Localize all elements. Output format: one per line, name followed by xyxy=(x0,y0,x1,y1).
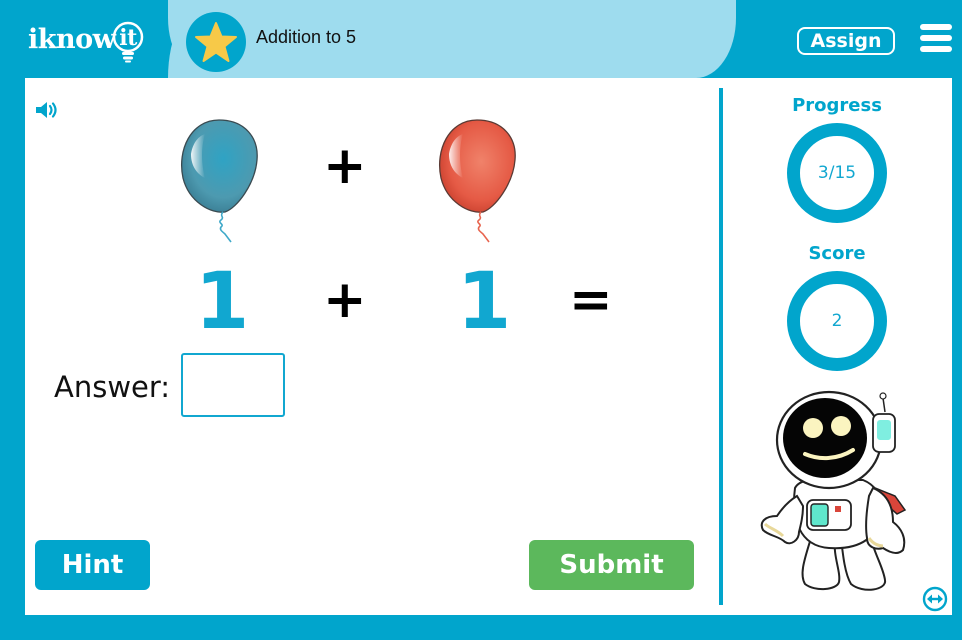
svg-text:it: it xyxy=(120,25,139,51)
iknowit-logo[interactable]: iknowit iknow it xyxy=(28,14,145,64)
equation-right-operand: 1 xyxy=(457,257,512,347)
score-title: Score xyxy=(808,243,866,264)
progress-title: Progress xyxy=(792,95,882,116)
swap-arrows-icon[interactable] xyxy=(922,586,948,612)
equation-plus-sign: + xyxy=(323,270,367,330)
visual-plus-sign: + xyxy=(323,136,367,196)
score-ring: 2 xyxy=(787,271,887,371)
progress-ring: 3/15 xyxy=(787,123,887,223)
submit-button[interactable]: Submit xyxy=(529,540,694,590)
hint-button[interactable]: Hint xyxy=(35,540,150,590)
lesson-content: + 1 + 1 = Answer: Hint Submit Progress 3… xyxy=(25,78,952,615)
equation-equals-sign: = xyxy=(569,270,613,330)
lightbulb-icon: it xyxy=(111,21,145,63)
lesson-badge xyxy=(186,12,246,72)
star-icon xyxy=(195,22,237,62)
progress-value: 3/15 xyxy=(817,163,857,183)
blue-balloon-image xyxy=(181,119,258,243)
frame-edge xyxy=(962,0,980,640)
lesson-header xyxy=(168,0,736,78)
panel-divider xyxy=(719,88,723,605)
equation-left-operand: 1 xyxy=(195,257,250,347)
red-balloon-image xyxy=(439,119,516,243)
logo-wordmark: ikno xyxy=(28,23,93,55)
answer-input[interactable] xyxy=(181,353,285,417)
lesson-title: Addition to 5 xyxy=(256,27,357,47)
answer-label: Answer: xyxy=(54,370,171,404)
hamburger-menu-icon[interactable] xyxy=(920,24,952,52)
assign-button[interactable]: Assign xyxy=(797,27,895,55)
astronaut-mascot-image xyxy=(760,390,907,591)
speaker-icon[interactable] xyxy=(35,100,61,120)
score-value: 2 xyxy=(831,311,843,331)
